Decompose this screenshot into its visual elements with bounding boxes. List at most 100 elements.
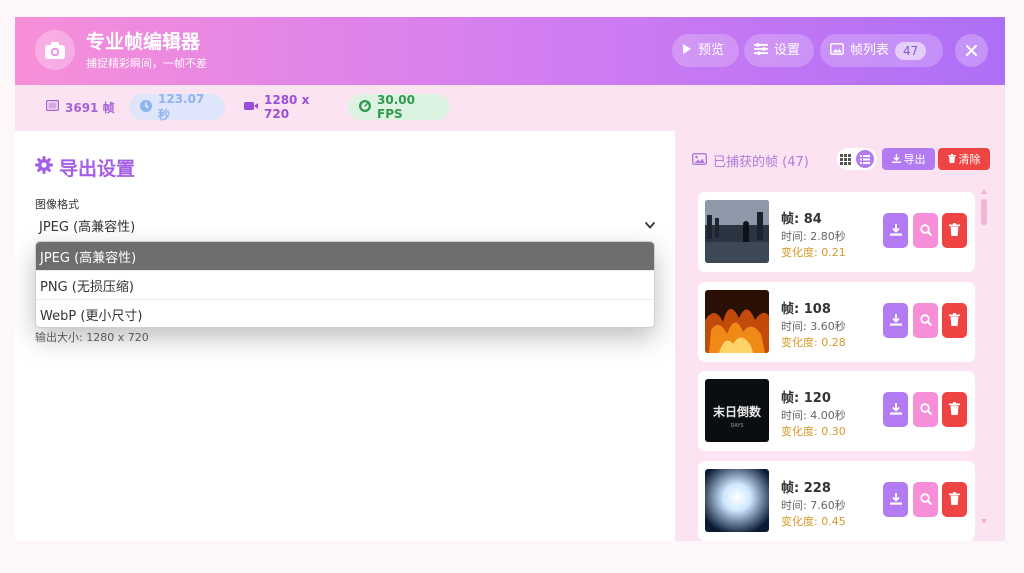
download-frame-button[interactable]	[883, 482, 908, 517]
delete-frame-button[interactable]	[942, 392, 967, 427]
captured-frames-title: 已捕获的帧 (47)	[691, 151, 809, 170]
app-header: 专业帧编辑器 捕捉精彩瞬间，一帧不差 预览 设置 帧列表 47	[15, 17, 1005, 85]
download-icon	[889, 311, 902, 330]
camera-icon	[35, 30, 75, 70]
view-frame-button[interactable]	[913, 482, 938, 517]
resolution-value: 1280 x 720	[264, 93, 310, 121]
svg-text:末日倒数: 末日倒数	[713, 404, 762, 419]
scrollbar-thumb[interactable]	[981, 199, 987, 225]
frame-number: 帧: 84	[781, 212, 822, 227]
images-icon	[691, 152, 708, 169]
magnify-icon	[919, 221, 932, 240]
chevron-down-icon	[645, 218, 655, 233]
clock-icon	[140, 99, 152, 115]
export-button-label: 导出	[903, 153, 926, 166]
frame-card[interactable]: 帧: 108 时间: 3.60秒 变化度: 0.28	[698, 282, 975, 362]
frame-thumbnail[interactable]	[705, 469, 769, 532]
trash-icon	[949, 311, 960, 330]
captured-frames-panel: 已捕获的帧 (47) 导出 清除 帧: 84 时间: 2.80秒 变化度: 0.…	[675, 131, 1005, 541]
frame-thumbnail[interactable]: 末日倒数 DAYS	[705, 379, 769, 442]
export-settings-title: 导出设置	[35, 154, 135, 181]
view-frame-button[interactable]	[913, 213, 938, 248]
format-option-png[interactable]: PNG (无损压缩)	[36, 271, 654, 300]
download-icon	[889, 400, 902, 419]
image-format-select[interactable]: JPEG (高兼容性)	[35, 213, 659, 238]
frame-change: 变化度: 0.45	[781, 515, 846, 528]
trash-icon	[949, 221, 960, 240]
frame-thumbnail[interactable]	[705, 200, 769, 263]
download-frame-button[interactable]	[883, 392, 908, 427]
preview-button[interactable]: 预览	[672, 34, 739, 67]
close-button[interactable]	[955, 34, 988, 67]
duration-stat: 123.07 秒	[129, 92, 225, 122]
trash-icon	[947, 153, 956, 166]
frame-number: 帧: 108	[781, 302, 831, 317]
framelist-button[interactable]: 帧列表 47	[820, 34, 943, 67]
frame-card[interactable]: 帧: 228 时间: 7.60秒 变化度: 0.45	[698, 461, 975, 541]
view-frame-button[interactable]	[913, 303, 938, 338]
magnify-icon	[919, 311, 932, 330]
image-format-dropdown: JPEG (高兼容性) PNG (无损压缩) WebP (更小尺寸)	[35, 241, 655, 328]
grid-view-icon[interactable]	[839, 150, 851, 169]
delete-frame-button[interactable]	[942, 303, 967, 338]
play-icon	[682, 43, 692, 59]
film-icon	[46, 100, 60, 114]
frame-card[interactable]: 末日倒数 DAYS 帧: 120 时间: 4.00秒 变化度: 0.30	[698, 371, 975, 451]
frame-time: 时间: 2.80秒	[781, 230, 846, 243]
download-icon	[889, 490, 902, 509]
frame-number: 帧: 228	[781, 481, 831, 496]
trash-icon	[949, 490, 960, 509]
format-option-webp[interactable]: WebP (更小尺寸)	[36, 300, 654, 327]
delete-frame-button[interactable]	[942, 482, 967, 517]
fps-stat: 30.00 FPS	[348, 93, 450, 121]
framelist-button-label: 帧列表	[850, 42, 890, 58]
resolution-stat: 1280 x 720	[233, 93, 336, 121]
magnify-icon	[919, 400, 932, 419]
output-size-text: 输出大小: 1280 x 720	[35, 331, 149, 344]
gauge-icon	[359, 99, 371, 115]
sliders-icon	[754, 42, 768, 59]
magnify-icon	[919, 490, 932, 509]
preview-button-label: 预览	[698, 42, 725, 58]
export-settings-panel: 导出设置 图像格式 JPEG (高兼容性) 输出大小: 1280 x 720 J…	[15, 131, 675, 541]
image-format-value: JPEG (高兼容性)	[39, 220, 136, 235]
frame-time: 时间: 3.60秒	[781, 320, 846, 333]
captured-frames-title-text: 已捕获的帧 (47)	[713, 155, 809, 170]
app-subtitle: 捕捉精彩瞬间，一帧不差	[86, 57, 207, 70]
frame-card[interactable]: 帧: 84 时间: 2.80秒 变化度: 0.21	[698, 192, 975, 272]
settings-button[interactable]: 设置	[744, 34, 814, 67]
download-frame-button[interactable]	[883, 303, 908, 338]
app-window: 专业帧编辑器 捕捉精彩瞬间，一帧不差 预览 设置 帧列表 47 3691 帧 1…	[15, 17, 1005, 541]
frame-change: 变化度: 0.30	[781, 425, 846, 438]
frame-thumbnail[interactable]	[705, 290, 769, 353]
frame-number: 帧: 120	[781, 391, 831, 406]
export-button[interactable]: 导出	[882, 148, 935, 170]
view-frame-button[interactable]	[913, 392, 938, 427]
clear-button[interactable]: 清除	[938, 148, 990, 170]
download-icon	[889, 221, 902, 240]
frame-count-value: 3691 帧	[65, 100, 115, 115]
video-icon	[244, 100, 258, 114]
app-title: 专业帧编辑器	[86, 31, 201, 53]
clear-button-label: 清除	[958, 153, 981, 166]
export-settings-title-text: 导出设置	[59, 158, 136, 180]
download-icon	[891, 153, 901, 166]
framelist-count-badge: 47	[895, 41, 927, 60]
stats-bar: 3691 帧 123.07 秒 1280 x 720 30.00 FPS	[15, 85, 1005, 131]
list-view-icon[interactable]	[856, 150, 875, 168]
frame-time: 时间: 7.60秒	[781, 499, 846, 512]
fps-value: 30.00 FPS	[377, 93, 415, 121]
image-format-label: 图像格式	[35, 198, 79, 211]
format-option-jpeg[interactable]: JPEG (高兼容性)	[36, 242, 654, 271]
download-frame-button[interactable]	[883, 213, 908, 248]
svg-text:DAYS: DAYS	[730, 423, 743, 429]
close-icon	[966, 41, 977, 60]
gear-icon	[35, 156, 53, 179]
trash-icon	[949, 400, 960, 419]
view-toggle[interactable]	[837, 148, 877, 170]
delete-frame-button[interactable]	[942, 213, 967, 248]
frames-scrollbar[interactable]	[981, 189, 987, 524]
image-icon	[830, 42, 844, 59]
frame-change: 变化度: 0.28	[781, 336, 846, 349]
frame-time: 时间: 4.00秒	[781, 409, 846, 422]
